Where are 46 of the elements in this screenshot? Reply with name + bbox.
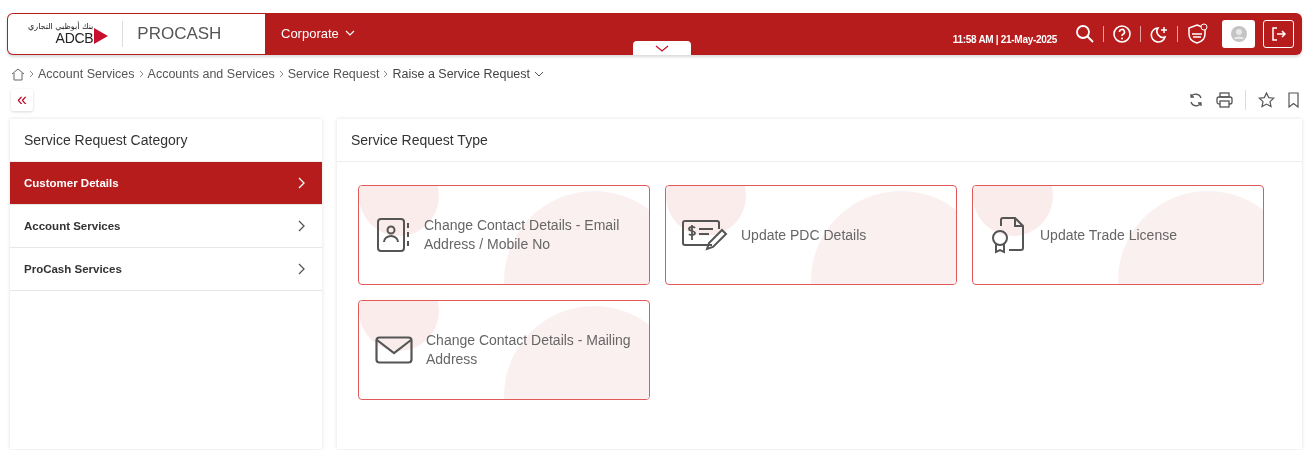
logo-arabic-text: بنك أبوظبي التجاري xyxy=(28,23,94,31)
request-type-card[interactable]: Update PDC Details xyxy=(665,185,957,285)
logo-text: ADCB xyxy=(55,31,94,45)
refresh-icon[interactable] xyxy=(1188,92,1204,108)
home-icon[interactable] xyxy=(11,67,25,81)
shield-icon[interactable] xyxy=(1186,23,1208,45)
caret-icon xyxy=(344,30,355,36)
moon-icon[interactable] xyxy=(1149,24,1169,44)
help-icon[interactable] xyxy=(1112,24,1132,44)
collapse-button[interactable]: « xyxy=(11,89,33,111)
breadcrumb-link[interactable]: Service Request xyxy=(287,67,380,81)
star-icon[interactable] xyxy=(1258,92,1275,108)
request-type-card[interactable]: Change Contact Details - Email Address / Mobile No xyxy=(358,185,650,285)
breadcrumb-link[interactable]: Accounts and Services xyxy=(147,67,275,81)
product-name: PROCASH xyxy=(137,24,222,44)
date-time: 11:58 AM | 21-May-2025 xyxy=(952,33,1057,45)
envelope-icon xyxy=(375,336,413,364)
cheque-pen-icon xyxy=(682,219,728,251)
breadcrumb-link[interactable]: Account Services xyxy=(38,67,135,81)
chevron-icon xyxy=(29,70,34,78)
category-item[interactable]: Customer Details xyxy=(10,162,322,205)
chevron-icon xyxy=(298,177,306,189)
bookmark-icon[interactable] xyxy=(1287,92,1300,108)
print-icon[interactable] xyxy=(1216,92,1233,108)
category-item[interactable]: Account Services xyxy=(10,205,322,248)
chevron-icon xyxy=(138,70,144,78)
corporate-menu[interactable]: Corporate xyxy=(281,25,355,41)
chevron-icon xyxy=(298,263,306,275)
certificate-document-icon xyxy=(989,216,1027,254)
chevron-icon xyxy=(383,70,389,78)
search-icon[interactable] xyxy=(1075,24,1095,44)
avatar-icon xyxy=(1230,26,1247,42)
request-type-card[interactable]: Change Contact Details - Mailing Address xyxy=(358,300,650,400)
logo-triangle-icon xyxy=(94,28,109,44)
breadcrumb-link[interactable]: Raise a Service Request xyxy=(392,67,531,81)
panel-title: Service Request Type xyxy=(337,119,1302,162)
logout-button[interactable] xyxy=(1263,20,1294,48)
logout-icon xyxy=(1270,26,1287,42)
expand-tab[interactable] xyxy=(633,41,691,55)
caret-icon[interactable] xyxy=(534,71,545,77)
request-type-card[interactable]: Update Trade License xyxy=(972,185,1264,285)
chevron-icon xyxy=(298,220,306,232)
chevron-icon xyxy=(278,70,284,78)
contact-book-icon xyxy=(375,217,411,253)
category-item[interactable]: ProCash Services xyxy=(10,248,322,291)
caret-icon xyxy=(655,44,669,52)
